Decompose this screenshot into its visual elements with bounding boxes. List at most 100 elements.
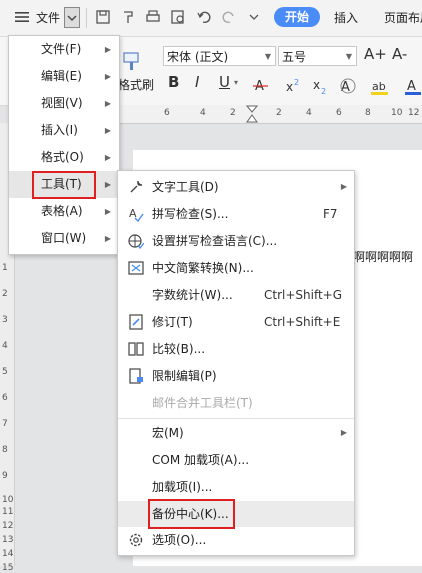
menu-item-shortcut: Ctrl+Shift+E	[264, 315, 341, 329]
print-preview-icon[interactable]	[169, 8, 187, 26]
tab-page-layout[interactable]: 页面布局	[384, 9, 422, 26]
menu-item-spell-language[interactable]: 设置拼写检查语言(C)...	[118, 228, 354, 254]
more-icon[interactable]	[245, 8, 263, 26]
chevron-down-icon: ▼	[264, 52, 271, 61]
svg-text:2: 2	[294, 78, 299, 87]
print-icon[interactable]	[144, 8, 162, 26]
menu-item-addins[interactable]: 加载项(I)...	[118, 474, 354, 500]
menu-item-label: 选项(O)...	[152, 533, 207, 547]
document-text[interactable]: 啊啊啊啊啊	[353, 248, 413, 265]
menu-item-label: 字数统计(W)...	[152, 288, 233, 302]
menu-item-track-changes[interactable]: 修订(T) Ctrl+Shift+E	[118, 309, 354, 335]
menu-item-label: 视图(V)	[41, 96, 83, 110]
indent-marker-icon[interactable]	[246, 105, 258, 123]
highlight-box	[32, 171, 96, 199]
menu-item-com-addins[interactable]: COM 加载项(A)...	[118, 447, 354, 473]
chevron-right-icon: ▶	[104, 72, 111, 81]
ruler-tick: 8	[2, 445, 8, 455]
underline-button[interactable]: U	[219, 73, 230, 91]
lock-doc-icon	[129, 368, 143, 384]
redo-icon[interactable]	[220, 8, 238, 26]
highlight-icon[interactable]: ab	[370, 77, 390, 95]
format-brush-icon[interactable]	[119, 8, 137, 26]
tab-home[interactable]: 开始	[274, 7, 320, 27]
chevron-right-icon: ▶	[104, 207, 111, 216]
menu-item-shortcut: Ctrl+Shift+G	[264, 288, 343, 302]
svg-text:A: A	[407, 79, 416, 94]
menu-item-label: 加载项(I)...	[152, 480, 213, 494]
ruler-tick: 8	[365, 108, 371, 118]
menu-item-options[interactable]: 选项(O)...	[118, 527, 354, 553]
file-menu-button[interactable]: 文件	[36, 9, 60, 26]
menu-item-edit[interactable]: 编辑(E) ▶	[9, 63, 119, 90]
font-grow-button[interactable]: A+	[364, 45, 387, 63]
font-shrink-button[interactable]: A-	[392, 45, 407, 63]
ruler-tick: 12	[2, 521, 14, 531]
menu-item-label: 编辑(E)	[41, 69, 82, 83]
ruler-tick: 6	[336, 108, 342, 118]
svg-text:x: x	[286, 80, 293, 94]
menu-separator	[118, 418, 354, 419]
menu-item-label: 宏(M)	[152, 426, 184, 440]
ruler-tick: 3	[2, 315, 8, 325]
ruler-tick: 2	[230, 108, 236, 118]
save-icon[interactable]	[94, 8, 112, 26]
chevron-right-icon: ▶	[104, 234, 111, 243]
menu-item-text-tools[interactable]: 文字工具(D) ▶	[118, 174, 354, 200]
menu-item-label: 邮件合并工具栏(T)	[152, 396, 253, 410]
subscript-icon[interactable]: x2	[312, 77, 330, 95]
italic-button[interactable]: I	[195, 73, 199, 91]
menu-item-compare[interactable]: 比较(B)...	[118, 336, 354, 362]
menu-item-label: COM 加载项(A)...	[152, 453, 250, 467]
ruler-tick: 2	[276, 108, 282, 118]
chevron-down-icon	[67, 15, 77, 21]
menu-item-macro[interactable]: 宏(M) ▶	[118, 420, 354, 446]
strikethrough-icon[interactable]: A	[252, 77, 270, 95]
svg-text:ab: ab	[372, 80, 386, 93]
format-painter-label[interactable]: 格式刷	[118, 76, 154, 93]
font-name-select[interactable]: 宋体 (正文) ▼	[163, 46, 276, 66]
format-painter-icon[interactable]	[120, 51, 144, 71]
chevron-down-icon: ▼	[345, 52, 352, 61]
menu-icon[interactable]	[13, 8, 31, 26]
chevron-right-icon: ▶	[104, 99, 111, 108]
ruler-tick: 6	[2, 393, 8, 403]
font-name-value: 宋体 (正文)	[167, 50, 229, 64]
menu-item-spell-check[interactable]: A 拼写检查(S)... F7	[118, 201, 354, 227]
menu-item-window[interactable]: 窗口(W) ▶	[9, 225, 119, 252]
top-toolbar: 文件 开始 插入 页面布局	[0, 0, 422, 37]
ruler-tick: 10	[391, 108, 403, 118]
menu-item-file[interactable]: 文件(F) ▶	[9, 36, 119, 63]
font-color-icon[interactable]: A	[404, 77, 422, 95]
ruler-tick: 12	[408, 108, 420, 118]
ruler-tick: 2	[2, 289, 8, 299]
highlight-box	[148, 499, 235, 529]
menu-item-insert[interactable]: 插入(I) ▶	[9, 117, 119, 144]
ruler-tick: 1	[2, 263, 8, 273]
font-size-value: 五号	[282, 50, 307, 64]
menu-item-view[interactable]: 视图(V) ▶	[9, 90, 119, 117]
ruler-tick: 7	[2, 419, 8, 429]
ruler-tick: 4	[2, 341, 8, 351]
menu-item-label: 文字工具(D)	[152, 180, 219, 194]
font-size-select[interactable]: 五号 ▼	[278, 46, 357, 66]
tab-insert[interactable]: 插入	[334, 9, 358, 26]
text-effect-icon[interactable]: A	[339, 77, 359, 95]
menu-item-label: 插入(I)	[41, 123, 78, 137]
menu-item-table[interactable]: 表格(A) ▶	[9, 198, 119, 225]
menu-item-mail-merge: 邮件合并工具栏(T)	[118, 390, 354, 416]
menu-item-label: 设置拼写检查语言(C)...	[152, 234, 278, 248]
chevron-right-icon: ▶	[340, 428, 347, 437]
superscript-icon[interactable]: x2	[285, 77, 303, 95]
undo-icon[interactable]	[195, 8, 213, 26]
bold-button[interactable]: B	[168, 73, 179, 91]
menu-item-label: 中文简繁转换(N)...	[152, 261, 254, 275]
menu-item-chinese-convert[interactable]: 中文简繁转换(N)...	[118, 255, 354, 281]
convert-icon	[128, 261, 144, 275]
file-dropdown-button[interactable]	[64, 7, 80, 28]
menu-item-format[interactable]: 格式(O) ▶	[9, 144, 119, 171]
horizontal-ruler[interactable]: 6 4 2 2 4 6 8 10 12	[118, 105, 422, 124]
menu-item-word-count[interactable]: 字数统计(W)... Ctrl+Shift+G	[118, 282, 354, 308]
menu-item-restrict-editing[interactable]: 限制编辑(P)	[118, 363, 354, 389]
svg-text:x: x	[313, 78, 320, 92]
